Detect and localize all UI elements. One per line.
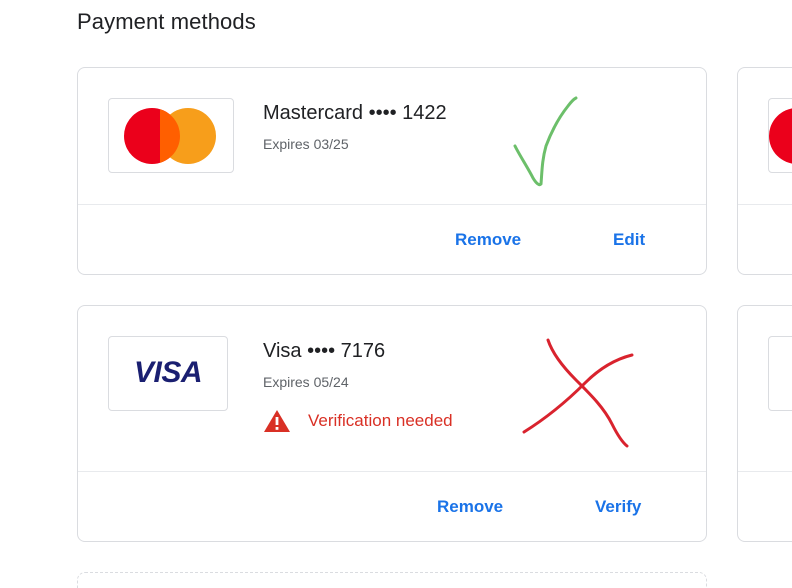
mastercard-overlap [160,108,180,164]
card-divider [738,471,792,472]
page-title: Payment methods [77,9,256,34]
mastercard-logo [108,98,234,173]
add-payment-method-box[interactable] [77,572,707,588]
payment-card-visa: VISA Visa •••• 7176 Expires 05/24 Verifi… [77,305,707,542]
remove-button[interactable]: Remove [437,497,503,517]
mastercard-red-circle [769,108,792,164]
card-expiry: Expires 05/24 [263,374,349,390]
verification-warning: Verification needed [263,408,453,434]
payment-card-mastercard: Mastercard •••• 1422 Expires 03/25 Remov… [77,67,707,275]
card-name: Mastercard •••• 1422 [263,102,447,124]
payment-card-partial [737,305,792,542]
verify-button[interactable]: Verify [595,497,641,517]
card-logo-partial [768,336,792,411]
warning-triangle-icon [264,410,290,432]
payment-card-partial [737,67,792,275]
card-divider [78,204,706,205]
card-logo-partial [768,98,792,173]
remove-button[interactable]: Remove [455,230,521,250]
warning-text: Verification needed [308,411,453,430]
edit-button[interactable]: Edit [613,230,645,250]
card-name: Visa •••• 7176 [263,340,386,362]
card-divider [738,204,792,205]
visa-wordmark: VISA [133,356,203,389]
card-expiry: Expires 03/25 [263,136,349,152]
payment-methods-page: Payment methods Mastercard •••• 1422 Exp… [0,0,792,588]
card-divider [78,471,706,472]
visa-logo: VISA [108,336,228,411]
